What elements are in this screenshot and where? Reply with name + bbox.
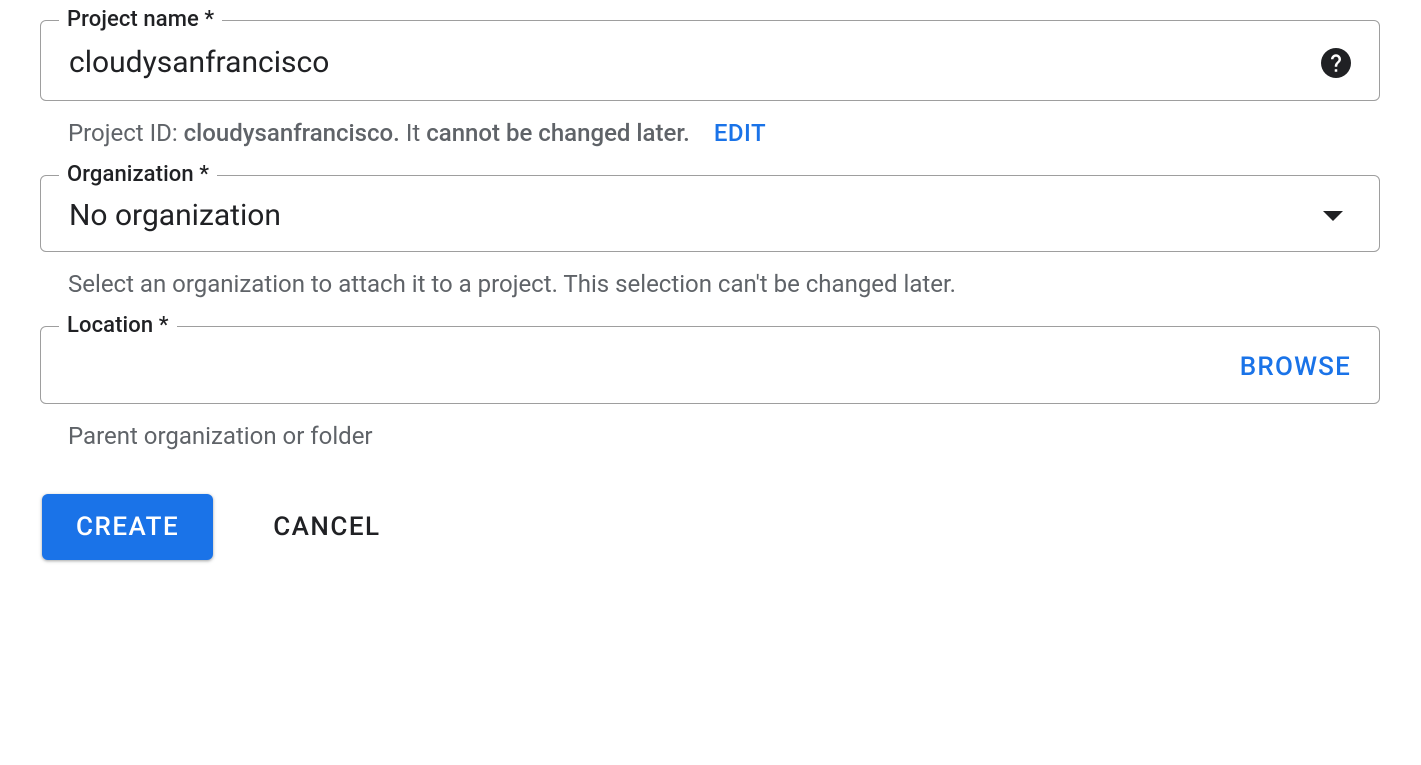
project-id-prefix: Project ID: [68,119,178,147]
location-helper: Parent organization or folder [68,422,373,450]
location-row: BROWSE [41,327,1379,403]
project-name-label: Project name * [59,7,222,32]
edit-project-id-link[interactable]: EDIT [714,119,766,147]
organization-helper-row: Select an organization to attach it to a… [40,252,1380,298]
organization-group: Organization * No organization Select an… [40,175,1380,298]
location-group: Location * BROWSE Parent organization or… [40,326,1380,450]
action-buttons: CREATE CANCEL [40,494,1380,560]
organization-value: No organization [69,198,1323,233]
project-id-warning: cannot be changed later. [426,119,690,147]
project-name-input-row [41,21,1379,100]
organization-label: Organization * [59,162,217,187]
organization-fieldset: Organization * No organization [40,175,1380,252]
new-project-form: Project name * Project ID: cloudysanfran… [40,20,1380,560]
location-fieldset: Location * BROWSE [40,326,1380,404]
chevron-down-icon [1323,211,1343,221]
project-id-mid: It [406,119,420,147]
project-name-input[interactable] [69,45,1309,80]
location-label: Location * [59,313,177,338]
organization-select[interactable]: No organization [41,176,1379,251]
location-value [69,349,1240,385]
organization-helper: Select an organization to attach it to a… [68,270,956,298]
browse-button[interactable]: BROWSE [1240,352,1351,382]
project-name-group: Project name * Project ID: cloudysanfran… [40,20,1380,147]
project-name-fieldset: Project name * [40,20,1380,101]
cancel-button[interactable]: CANCEL [273,512,380,542]
project-id-helper: Project ID: cloudysanfrancisco. It canno… [40,101,1380,147]
project-id-value: cloudysanfrancisco. [184,119,400,147]
help-icon[interactable] [1321,48,1351,78]
create-button[interactable]: CREATE [42,494,213,560]
location-helper-row: Parent organization or folder [40,404,1380,450]
